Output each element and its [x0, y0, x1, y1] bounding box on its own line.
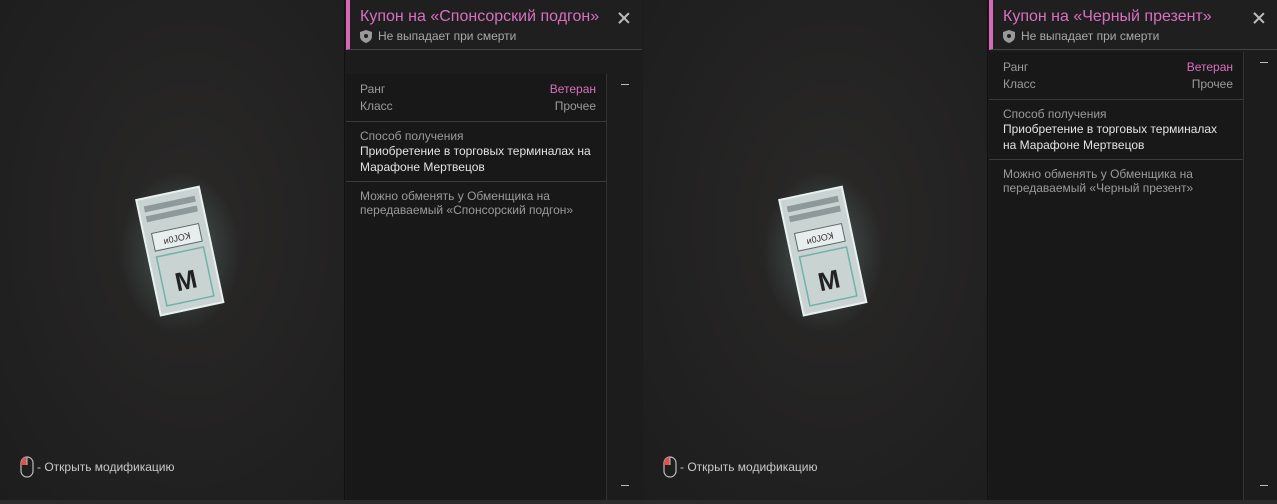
class-label: Класс [1003, 77, 1036, 91]
class-value: Прочее [1191, 77, 1233, 91]
obtain-label: Способ получения [360, 129, 464, 143]
class-value: Прочее [554, 99, 596, 113]
item-header: Купон на «Черный презент» Не выпадает пр… [989, 0, 1277, 50]
no-drop-text: Не выпадает при смерти [378, 29, 517, 43]
stats-section: Ранг Ветеран Класс Прочее [346, 74, 606, 122]
scrollbar[interactable] [1257, 52, 1271, 494]
obtain-value: Приобретение в торговых терминалах на Ма… [360, 144, 591, 174]
item-header: Купон на «Спонсорский подгон» Не выпадае… [346, 0, 642, 50]
shield-icon [360, 29, 372, 43]
scrollbar[interactable] [618, 74, 632, 494]
obtain-value: Приобретение в торговых терминалах на Ма… [1003, 122, 1218, 152]
open-modification-label: - Открыть модификацию [680, 460, 818, 474]
rank-label: Ранг [1003, 60, 1029, 74]
item-details: Ранг Ветеран Класс Прочее Способ получен… [989, 52, 1244, 500]
open-modification-hint[interactable]: - Открыть модификацию [20, 456, 175, 478]
exchange-note: Можно обменять у Обменщика на передаваем… [360, 189, 574, 217]
class-label: Класс [360, 99, 393, 113]
obtain-label: Способ получения [1003, 107, 1107, 121]
obtain-section: Способ получения Приобретение в торговых… [989, 100, 1243, 160]
no-drop-badge: Не выпадает при смерти [1003, 29, 1245, 43]
rank-row: Ранг Ветеран [989, 59, 1243, 76]
obtain-section: Способ получения Приобретение в торговых… [346, 122, 606, 182]
open-modification-label: - Открыть модификацию [37, 460, 175, 474]
mouse-icon [663, 456, 677, 478]
scrollbar-bottom [621, 485, 629, 486]
item-details: Ранг Ветеран Класс Прочее Способ получен… [346, 74, 607, 500]
no-drop-text: Не выпадает при смерти [1021, 29, 1160, 43]
stats-section: Ранг Ветеран Класс Прочее [989, 52, 1243, 100]
rank-value: Ветеран [1186, 60, 1233, 74]
item-info-panel: Купон на «Спонсорский подгон» Не выпадае… [346, 0, 642, 500]
bottom-strip [0, 500, 1277, 504]
class-row: Класс Прочее [989, 76, 1243, 93]
scrollbar-bottom [1260, 485, 1268, 486]
no-drop-badge: Не выпадает при смерти [360, 29, 610, 43]
scrollbar-top [1260, 62, 1268, 63]
item-title: Купон на «Черный презент» [1003, 8, 1212, 25]
item-card-2: ᴎ0JОꓘ M - Открыть модификацию Купон на «… [643, 0, 1277, 504]
coupon-image: ᴎ0JОꓘ M [763, 172, 883, 332]
close-icon[interactable] [618, 12, 630, 24]
class-row: Класс Прочее [346, 98, 606, 115]
scrollbar-top [621, 84, 629, 85]
rank-value: Ветеран [549, 82, 596, 96]
item-card-1: ᴎ0JОꓘ M - Открыть модификацию Купон на «… [0, 0, 643, 504]
item-title: Купон на «Спонсорский подгон» [360, 8, 600, 25]
item-preview: ᴎ0JОꓘ M - Открыть модификацию [0, 0, 345, 500]
item-info-panel: Купон на «Черный презент» Не выпадает пр… [989, 0, 1277, 500]
shield-icon [1003, 29, 1015, 43]
exchange-note: Можно обменять у Обменщика на передаваем… [1003, 167, 1194, 195]
coupon-image: ᴎ0JОꓘ M [120, 172, 240, 332]
open-modification-hint[interactable]: - Открыть модификацию [663, 456, 818, 478]
rank-label: Ранг [360, 82, 386, 96]
mouse-icon [20, 456, 34, 478]
close-icon[interactable] [1253, 12, 1265, 24]
item-preview: ᴎ0JОꓘ M - Открыть модификацию [643, 0, 988, 500]
rank-row: Ранг Ветеран [346, 81, 606, 98]
